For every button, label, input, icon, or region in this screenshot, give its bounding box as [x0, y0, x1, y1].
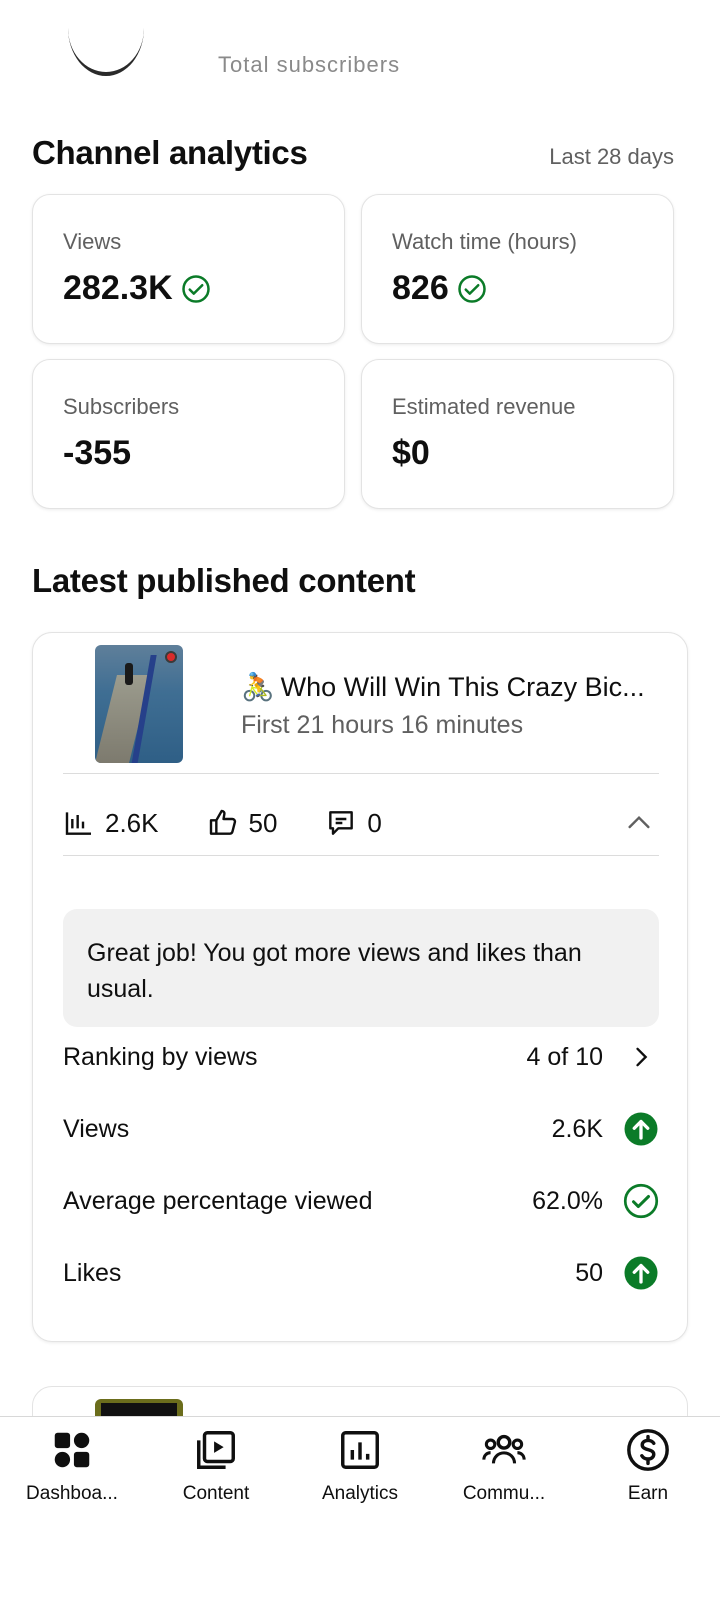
arrow-up-icon	[623, 1255, 659, 1291]
avg-percentage-row: Average percentage viewed 62.0%	[63, 1177, 659, 1225]
content-icon	[197, 1431, 235, 1469]
stat-label: Watch time (hours)	[392, 229, 578, 254]
community-icon	[482, 1434, 526, 1464]
views-row: Views 2.6K	[63, 1105, 659, 1153]
nav-content[interactable]: Content	[144, 1417, 288, 1600]
stat-card-subscribers[interactable]: Subscribers -355	[32, 359, 345, 509]
stat-label: Views	[63, 229, 122, 254]
nav-dashboard[interactable]: Dashboa...	[0, 1417, 144, 1600]
nav-label: Dashboa...	[26, 1483, 118, 1504]
video-timeframe: First 21 hours 16 minutes	[241, 711, 524, 739]
views-metric: 2.6K	[63, 807, 159, 839]
check-circle-icon	[181, 274, 210, 303]
stat-value: 282.3K	[63, 269, 173, 307]
comment-icon	[329, 811, 354, 835]
date-range: Last 28 days	[549, 144, 674, 169]
stat-card-watch-time[interactable]: Watch time (hours) 826	[361, 194, 674, 344]
stat-value: -355	[63, 434, 132, 472]
latest-content-card[interactable]: 🚴 Who Will Win This Crazy Bic... First 2…	[32, 632, 688, 1342]
bicycle-emoji-icon: 🚴	[241, 672, 275, 702]
bottom-nav: Dashboa... Content Analytics Commu... Ea…	[0, 1416, 720, 1600]
channel-header-remnant: Total subscribers	[0, 0, 720, 90]
ranking-row[interactable]: Ranking by views 4 of 10	[63, 1033, 659, 1081]
stat-label: Subscribers	[63, 394, 180, 419]
nav-label: Earn	[627, 1483, 669, 1504]
section-title: Channel analytics	[32, 134, 308, 171]
nav-label: Analytics	[321, 1483, 399, 1504]
stat-card-revenue[interactable]: Estimated revenue $0	[361, 359, 674, 509]
dashboard-icon	[54, 1432, 90, 1468]
chevron-right-icon	[623, 1039, 659, 1075]
views-count: 2.6K	[105, 807, 159, 838]
nav-community[interactable]: Commu...	[432, 1417, 576, 1600]
chevron-up-icon	[628, 815, 650, 829]
video-title-text: Who Will Win This Crazy Bic...	[280, 671, 645, 702]
comments-count: 0	[367, 807, 382, 838]
arrow-up-icon	[623, 1111, 659, 1147]
nav-analytics[interactable]: Analytics	[288, 1417, 432, 1600]
row-label: Average percentage viewed	[63, 1186, 373, 1215]
earn-icon	[627, 1429, 669, 1471]
row-value: 4 of 10	[526, 1042, 603, 1071]
channel-avatar[interactable]	[68, 0, 144, 76]
nav-earn[interactable]: Earn	[576, 1417, 720, 1600]
record-dot-icon	[165, 651, 177, 663]
collapse-button[interactable]	[619, 803, 659, 843]
divider	[63, 855, 659, 856]
nav-label: Content	[182, 1483, 250, 1504]
row-value: 62.0%	[532, 1186, 603, 1215]
latest-content-header: Latest published content	[32, 562, 674, 600]
row-label: Ranking by views	[63, 1042, 258, 1071]
likes-metric: 50	[207, 807, 278, 839]
total-subscribers-label: Total subscribers	[218, 52, 401, 74]
performance-summary: Great job! You got more views and likes …	[63, 909, 659, 1027]
stat-value: $0	[392, 434, 430, 472]
nav-label: Commu...	[462, 1483, 546, 1504]
analytics-icon	[341, 1431, 379, 1469]
video-title[interactable]: 🚴 Who Will Win This Crazy Bic...	[241, 671, 661, 703]
thumbs-up-icon	[209, 809, 236, 835]
row-label: Views	[63, 1114, 130, 1143]
stat-value: 826	[392, 269, 449, 307]
row-label: Likes	[63, 1258, 122, 1287]
divider	[63, 773, 659, 774]
check-circle-icon	[623, 1183, 659, 1219]
channel-analytics-header: Channel analytics Last 28 days	[32, 134, 674, 172]
comments-metric: 0	[325, 807, 382, 839]
bar-chart-icon	[65, 812, 91, 835]
row-value: 2.6K	[551, 1114, 603, 1143]
row-value: 50	[575, 1258, 603, 1287]
section-title: Latest published content	[32, 562, 416, 599]
likes-row: Likes 50	[63, 1249, 659, 1297]
check-circle-icon	[457, 274, 486, 303]
video-metrics: 2.6K 50 0	[63, 795, 659, 851]
likes-count: 50	[248, 807, 278, 838]
stat-label: Estimated revenue	[392, 394, 576, 419]
video-thumbnail[interactable]	[95, 645, 183, 763]
stat-card-views[interactable]: Views 282.3K	[32, 194, 345, 344]
